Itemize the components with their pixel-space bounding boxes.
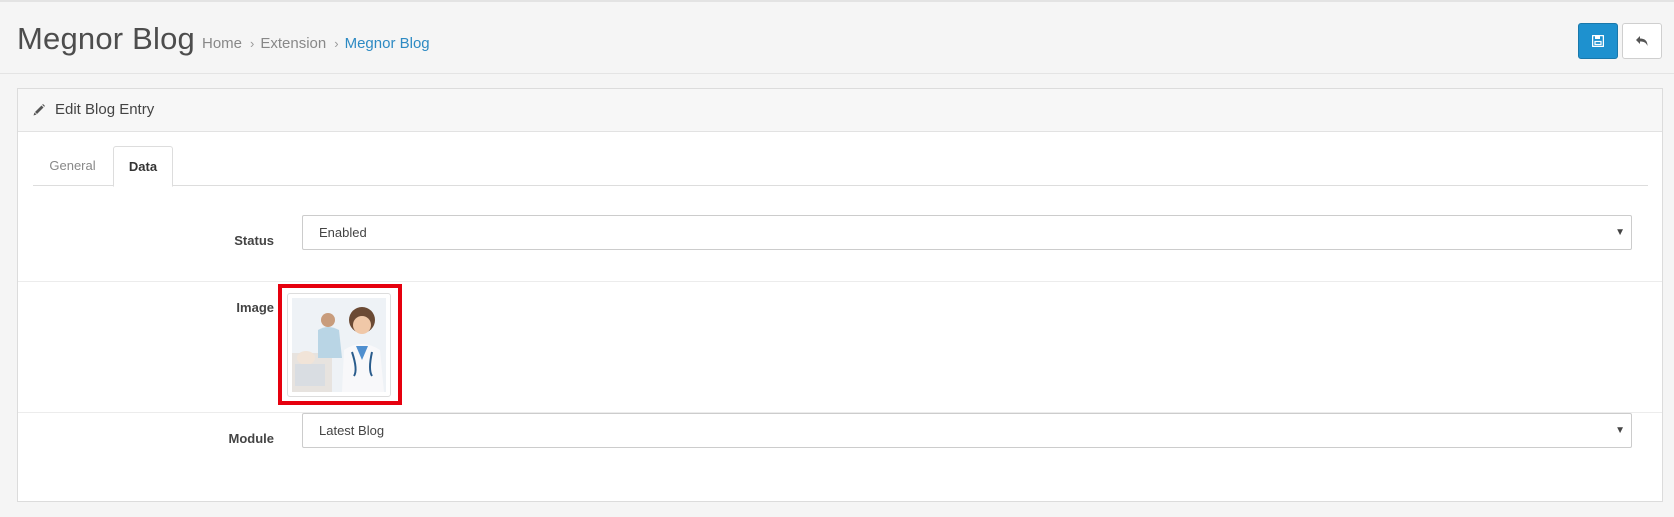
breadcrumb-home[interactable]: Home: [202, 35, 242, 52]
tab-bar: General Data: [33, 146, 1648, 187]
floppy-disk-icon: [1592, 35, 1604, 47]
back-button[interactable]: [1622, 23, 1662, 59]
page-header: Megnor Blog Home › Extension › Megnor Blog: [0, 2, 1674, 74]
reply-icon: [1636, 36, 1648, 46]
breadcrumb-separator: ›: [334, 36, 339, 51]
breadcrumb: Home › Extension › Megnor Blog: [202, 34, 430, 54]
status-select[interactable]: Enabled ▼: [302, 215, 1632, 250]
module-value: Latest Blog: [319, 423, 385, 438]
chevron-down-icon: ▼: [1615, 425, 1625, 436]
blog-image-thumbnail[interactable]: [287, 293, 391, 397]
module-select[interactable]: Latest Blog ▼: [302, 413, 1632, 448]
pencil-icon: [33, 104, 45, 116]
breadcrumb-extension[interactable]: Extension: [260, 35, 326, 52]
panel-title: Edit Blog Entry: [55, 101, 155, 118]
tab-general[interactable]: General: [33, 146, 112, 186]
page-title: Megnor Blog: [17, 21, 195, 56]
breadcrumb-megnor-blog[interactable]: Megnor Blog: [345, 35, 430, 52]
edit-blog-panel: Edit Blog Entry General Data Status Enab…: [17, 88, 1663, 502]
form-row-status: Status Enabled ▼: [18, 215, 1662, 282]
doctor-photo-image: [292, 298, 386, 392]
breadcrumb-separator: ›: [250, 36, 255, 51]
save-button[interactable]: [1578, 23, 1618, 59]
form-row-image: Image: [18, 282, 1662, 413]
chevron-down-icon: ▼: [1615, 227, 1625, 238]
module-label: Module: [228, 431, 275, 446]
form-row-module: Module Latest Blog ▼: [18, 413, 1662, 501]
status-value: Enabled: [319, 225, 367, 240]
status-label: Status: [234, 233, 274, 248]
panel-heading: Edit Blog Entry: [18, 89, 1662, 132]
tab-data[interactable]: Data: [113, 146, 173, 187]
image-label: Image: [236, 300, 274, 315]
